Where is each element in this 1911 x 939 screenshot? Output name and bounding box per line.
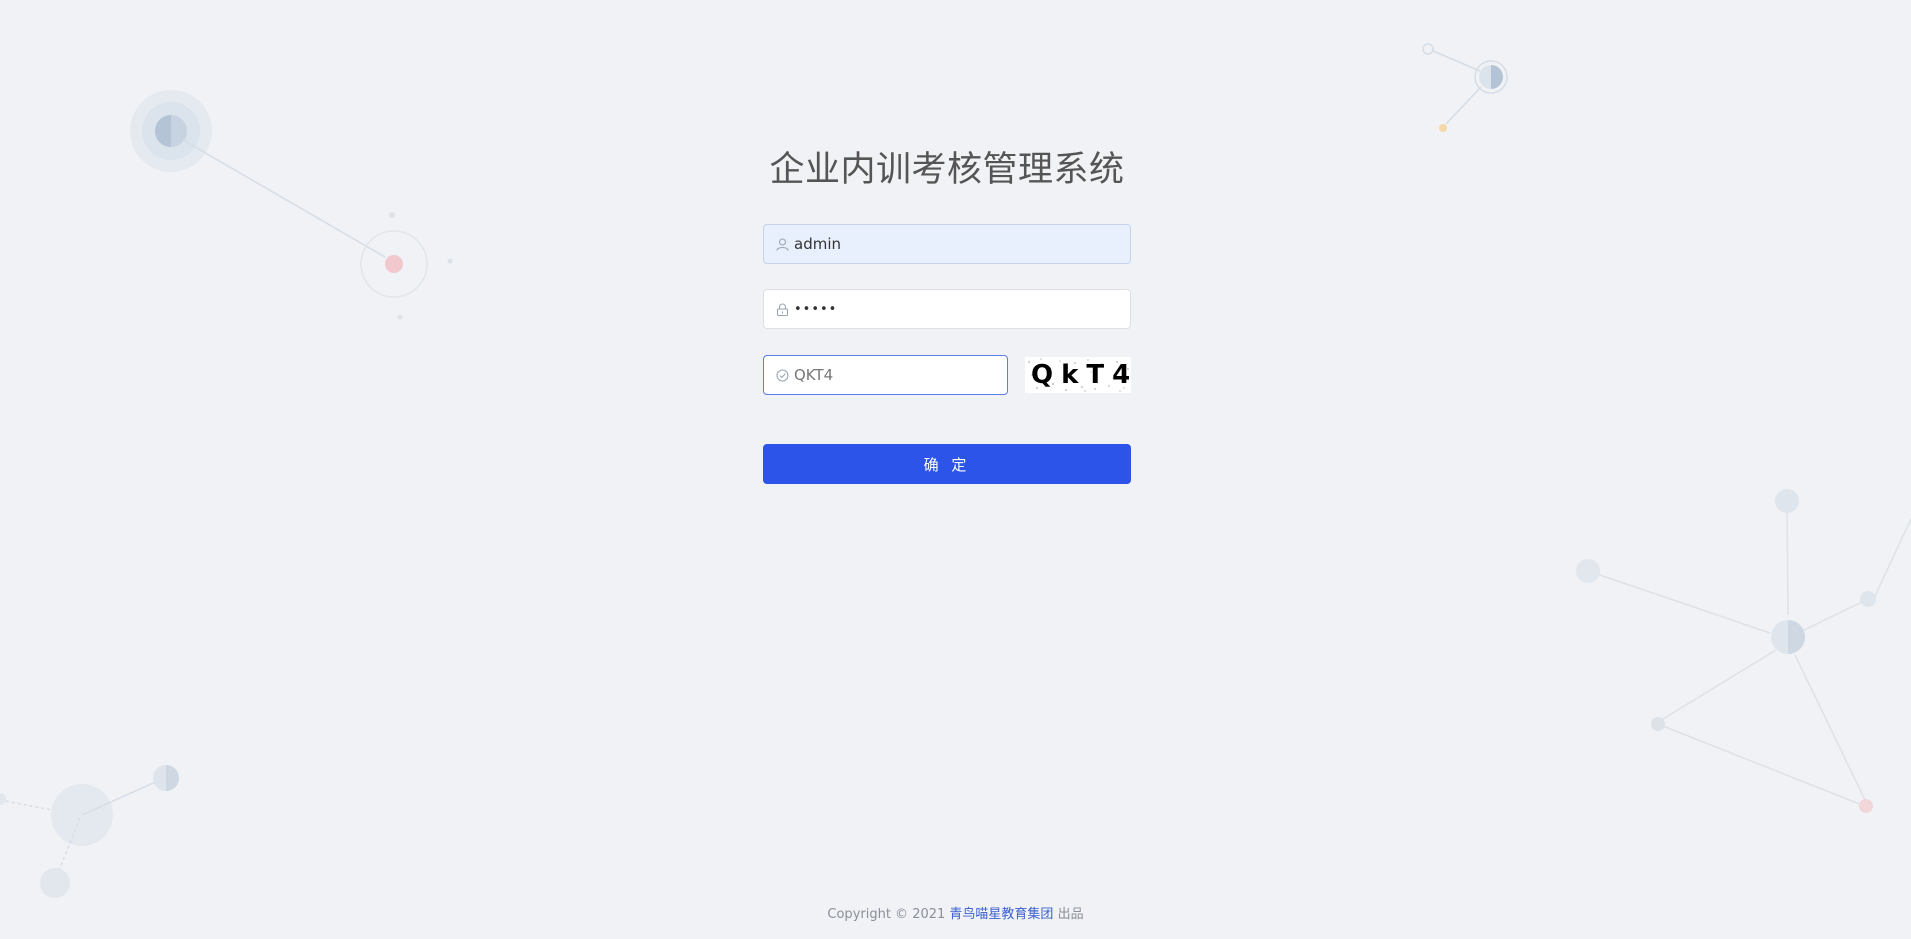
user-icon [775, 237, 789, 251]
page-title: 企业内训考核管理系统 [769, 150, 1125, 190]
footer-organization-link[interactable]: 青鸟喵星教育集团 [949, 907, 1053, 922]
captcha-input[interactable] [794, 357, 1007, 393]
username-field [763, 224, 1131, 264]
submit-button[interactable]: 确 定 [763, 444, 1131, 484]
password-input[interactable] [794, 291, 1130, 327]
login-panel: 企业内训考核管理系统 admin QKT4 QkT4 确 定 [763, 140, 1131, 484]
top-left-node-cluster [130, 90, 453, 320]
top-right-node-cluster [1422, 43, 1508, 132]
captcha-field [763, 355, 1008, 395]
captcha-code-text: QkT4 [1031, 360, 1131, 390]
lock-icon [775, 302, 789, 316]
password-field [763, 289, 1131, 329]
bottom-left-node-cluster [0, 765, 179, 898]
bottom-right-node-cluster [1576, 489, 1911, 813]
captcha-image[interactable]: QkT4 [1025, 357, 1131, 393]
username-input[interactable] [794, 226, 1130, 262]
footer: Copyright © 2021 青鸟喵星教育集团 出品 [0, 903, 1911, 922]
footer-suffix: 出品 [1057, 907, 1084, 922]
footer-copyright: Copyright © 2021 [827, 907, 946, 922]
check-circle-icon [775, 368, 789, 382]
